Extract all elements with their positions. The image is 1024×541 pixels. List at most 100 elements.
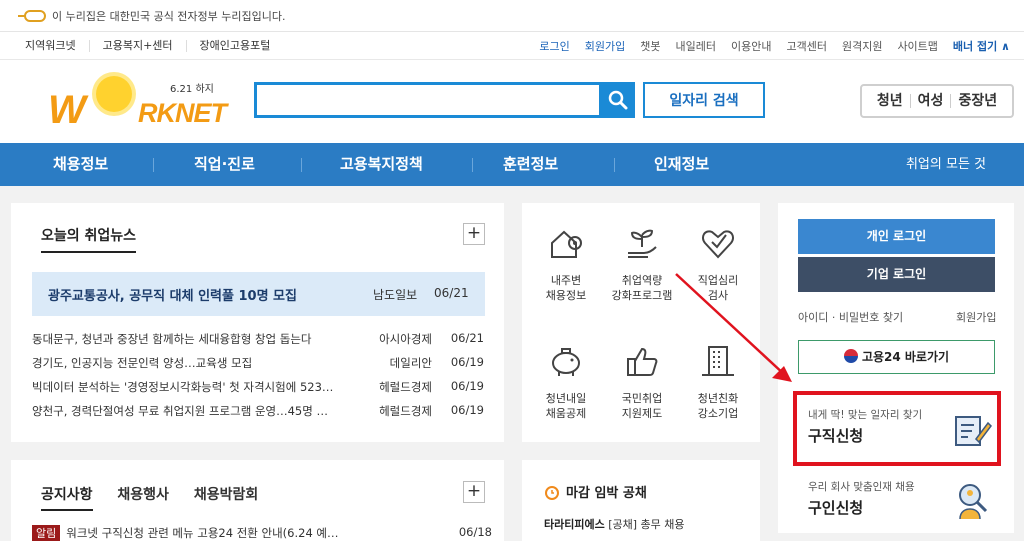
news-row[interactable]: 빅데이터 분석하는 '경영정보시각화능력' 첫 자격시험에 523… 헤럴드경제… xyxy=(32,379,492,397)
notice-row-date: 06/18 xyxy=(458,525,492,539)
nav-divider xyxy=(301,158,302,172)
highlight-box xyxy=(793,391,1001,466)
service-label: 내주변 xyxy=(550,274,582,287)
join-link[interactable]: 회원가입 xyxy=(956,309,996,325)
header: W RKNET 6.21 하지 일자리 검색 청년 여성 중장년 xyxy=(0,60,1024,143)
link-employment-welfare-center[interactable]: 고용복지+센터 xyxy=(90,40,187,52)
news-row-date: 06/19 xyxy=(450,379,484,393)
newsletter-link[interactable]: 내일레터 xyxy=(676,38,716,54)
nav-all-menu[interactable]: 취업의 모든 것 xyxy=(906,143,986,186)
remote-support-link[interactable]: 원격지원 xyxy=(842,38,882,54)
sitemap-link[interactable]: 사이트맵 xyxy=(897,38,937,54)
link-disabled-employment[interactable]: 장애인고용포털 xyxy=(187,40,284,52)
chatbot-link[interactable]: 챗봇 xyxy=(640,38,660,54)
tab-youth[interactable]: 청년 xyxy=(870,94,911,108)
company-login-button[interactable]: 기업 로그인 xyxy=(798,257,995,292)
news-row-date: 06/21 xyxy=(450,331,484,345)
deadline-text: [공채] 총무 채용 xyxy=(608,518,685,531)
news-headline[interactable]: 광주교통공사, 공무직 대체 인력풀 10명 모집 남도일보 06/21 xyxy=(32,272,485,316)
login-link[interactable]: 로그인 xyxy=(539,38,569,54)
search-button[interactable] xyxy=(601,82,635,118)
notice-row[interactable]: 알림 워크넷 구직신청 관련 메뉴 고용24 전환 안내(6.24 예… 06/1… xyxy=(32,525,492,541)
service-label: 채용정보 xyxy=(545,289,587,302)
news-row[interactable]: 양천구, 경력단절여성 무료 취업지원 프로그램 운영…45명 … 헤럴드경제 … xyxy=(32,403,492,421)
nav-career[interactable]: 직업·진로 xyxy=(194,143,255,186)
egov-logo-icon xyxy=(18,9,46,22)
nav-recruitment[interactable]: 채용정보 xyxy=(53,143,108,186)
service-label: 취업역량 xyxy=(621,274,663,287)
news-row-source: 헤럴드경제 xyxy=(379,380,432,394)
search-input[interactable] xyxy=(254,82,602,118)
deadline-title: 마감 임박 공채 xyxy=(544,482,647,501)
gov-banner: 이 누리집은 대한민국 공식 전자정부 누리집입니다. xyxy=(0,0,1024,32)
notice-more-button[interactable]: + xyxy=(463,481,485,503)
service-label: 청년친화 xyxy=(697,392,739,405)
logo-date: 6.21 하지 xyxy=(170,84,214,95)
thumbs-up-icon xyxy=(627,347,658,376)
service-national-employment[interactable]: 국민취업 지원제도 xyxy=(604,341,680,421)
guide-link[interactable]: 이용안내 xyxy=(731,38,771,54)
gov24-label: 고용24 바로가기 xyxy=(861,350,950,364)
tab-notice[interactable]: 공지사항 xyxy=(41,487,93,511)
notice-row-title: 워크넷 구직신청 관련 메뉴 고용24 전환 안내(6.24 예… xyxy=(66,526,339,540)
logo-wordmark: RKNET xyxy=(138,98,227,128)
tab-middle-aged[interactable]: 중장년 xyxy=(951,94,1004,108)
news-row-title: 양천구, 경력단절여성 무료 취업지원 프로그램 운영…45명 … xyxy=(32,404,328,418)
hiring-application-card[interactable]: 우리 회사 맞춤인재 채용 구인신청 xyxy=(798,473,998,531)
nav-talent[interactable]: 인재정보 xyxy=(654,143,709,186)
customer-center-link[interactable]: 고객센터 xyxy=(786,38,826,54)
sprout-hand-icon xyxy=(628,229,657,258)
notice-tabs: 공지사항 채용행사 채용박람회 xyxy=(41,484,278,511)
service-label: 지원제도 xyxy=(621,407,663,420)
banner-toggle-button[interactable]: 배너 접기 ∧ xyxy=(953,38,1010,54)
notice-panel: 공지사항 채용행사 채용박람회 + 알림 워크넷 구직신청 관련 메뉴 고용24 … xyxy=(11,460,504,541)
house-map-icon xyxy=(551,230,582,258)
deadline-row[interactable]: 타라티피에스 [공채] 총무 채용 xyxy=(544,516,754,532)
alarm-clock-icon xyxy=(545,486,559,500)
service-label: 청년내일 xyxy=(545,392,587,405)
service-nearby-jobs[interactable]: 내주변 채용정보 xyxy=(528,223,604,303)
search-icon xyxy=(608,90,628,110)
nav-training[interactable]: 훈련정보 xyxy=(503,143,558,186)
news-row-title: 경기도, 인공지능 전문인력 양성…교육생 모집 xyxy=(32,356,253,370)
nav-welfare-policy[interactable]: 고용복지정책 xyxy=(340,143,423,186)
gov24-button[interactable]: 고용24 바로가기 xyxy=(798,340,995,374)
family-site-links: 지역워크넷 고용복지+센터 장애인고용포털 xyxy=(12,32,283,60)
find-id-password-link[interactable]: 아이디 · 비밀번호 찾기 xyxy=(798,309,903,325)
news-row[interactable]: 동대문구, 청년과 중장년 함께하는 세대융합형 창업 돕는다 아시아경제 06… xyxy=(32,331,492,349)
personal-login-button[interactable]: 개인 로그인 xyxy=(798,219,995,254)
nav-divider xyxy=(614,158,615,172)
service-job-competency[interactable]: 취업역량 강화프로그램 xyxy=(604,223,680,303)
news-more-button[interactable]: + xyxy=(463,223,485,245)
news-row-title: 동대문구, 청년과 중장년 함께하는 세대융합형 창업 돕는다 xyxy=(32,332,312,346)
tab-women[interactable]: 여성 xyxy=(911,94,952,108)
tab-job-fair[interactable]: 채용박람회 xyxy=(194,487,258,503)
deadline-panel: 마감 임박 공채 타라티피에스 [공채] 총무 채용 xyxy=(522,460,760,541)
headline-date: 06/21 xyxy=(434,286,469,300)
deadline-company: 타라티피에스 xyxy=(544,518,605,531)
gov-banner-text: 이 누리집은 대한민국 공식 전자정부 누리집입니다. xyxy=(52,9,286,23)
service-label: 국민취업 xyxy=(621,392,663,405)
worknet-logo[interactable]: W RKNET 6.21 하지 xyxy=(46,70,227,138)
signup-link[interactable]: 회원가입 xyxy=(585,38,625,54)
login-panel: 개인 로그인 기업 로그인 아이디 · 비밀번호 찾기 회원가입 고용24 바로… xyxy=(778,203,1014,533)
service-label: 채움공제 xyxy=(545,407,587,420)
main-navigation: 채용정보 직업·진로 고용복지정책 훈련정보 인재정보 취업의 모든 것 xyxy=(0,143,1024,186)
news-panel: 오늘의 취업뉴스 + 광주교통공사, 공무직 대체 인력풀 10명 모집 남도일… xyxy=(11,203,504,442)
sun-icon xyxy=(96,76,132,112)
age-group-tabs: 청년 여성 중장년 xyxy=(860,84,1014,118)
tab-recruit-events[interactable]: 채용행사 xyxy=(117,487,169,503)
news-title: 오늘의 취업뉴스 xyxy=(41,225,137,253)
news-row[interactable]: 경기도, 인공지능 전문인력 양성…교육생 모집 데일리안 06/19 xyxy=(32,355,492,373)
headline-source: 남도일보 xyxy=(373,288,418,302)
utility-links: 로그인 회원가입 챗봇 내일레터 이용안내 고객센터 원격지원 사이트맵 배너 … xyxy=(524,32,1010,60)
headline-title: 광주교통공사, 공무직 대체 인력풀 10명 모집 xyxy=(48,289,297,304)
logo-letter-w: W xyxy=(48,88,86,132)
service-label: 강화프로그램 xyxy=(611,289,673,302)
job-search-button[interactable]: 일자리 검색 xyxy=(643,82,765,118)
nav-divider xyxy=(153,158,154,172)
card-title: 구인신청 xyxy=(808,499,864,517)
link-regional-worknet[interactable]: 지역워크넷 xyxy=(12,40,90,52)
service-youth-savings[interactable]: 청년내일 채움공제 xyxy=(528,341,604,421)
deadline-title-text: 마감 임박 공채 xyxy=(566,486,647,501)
